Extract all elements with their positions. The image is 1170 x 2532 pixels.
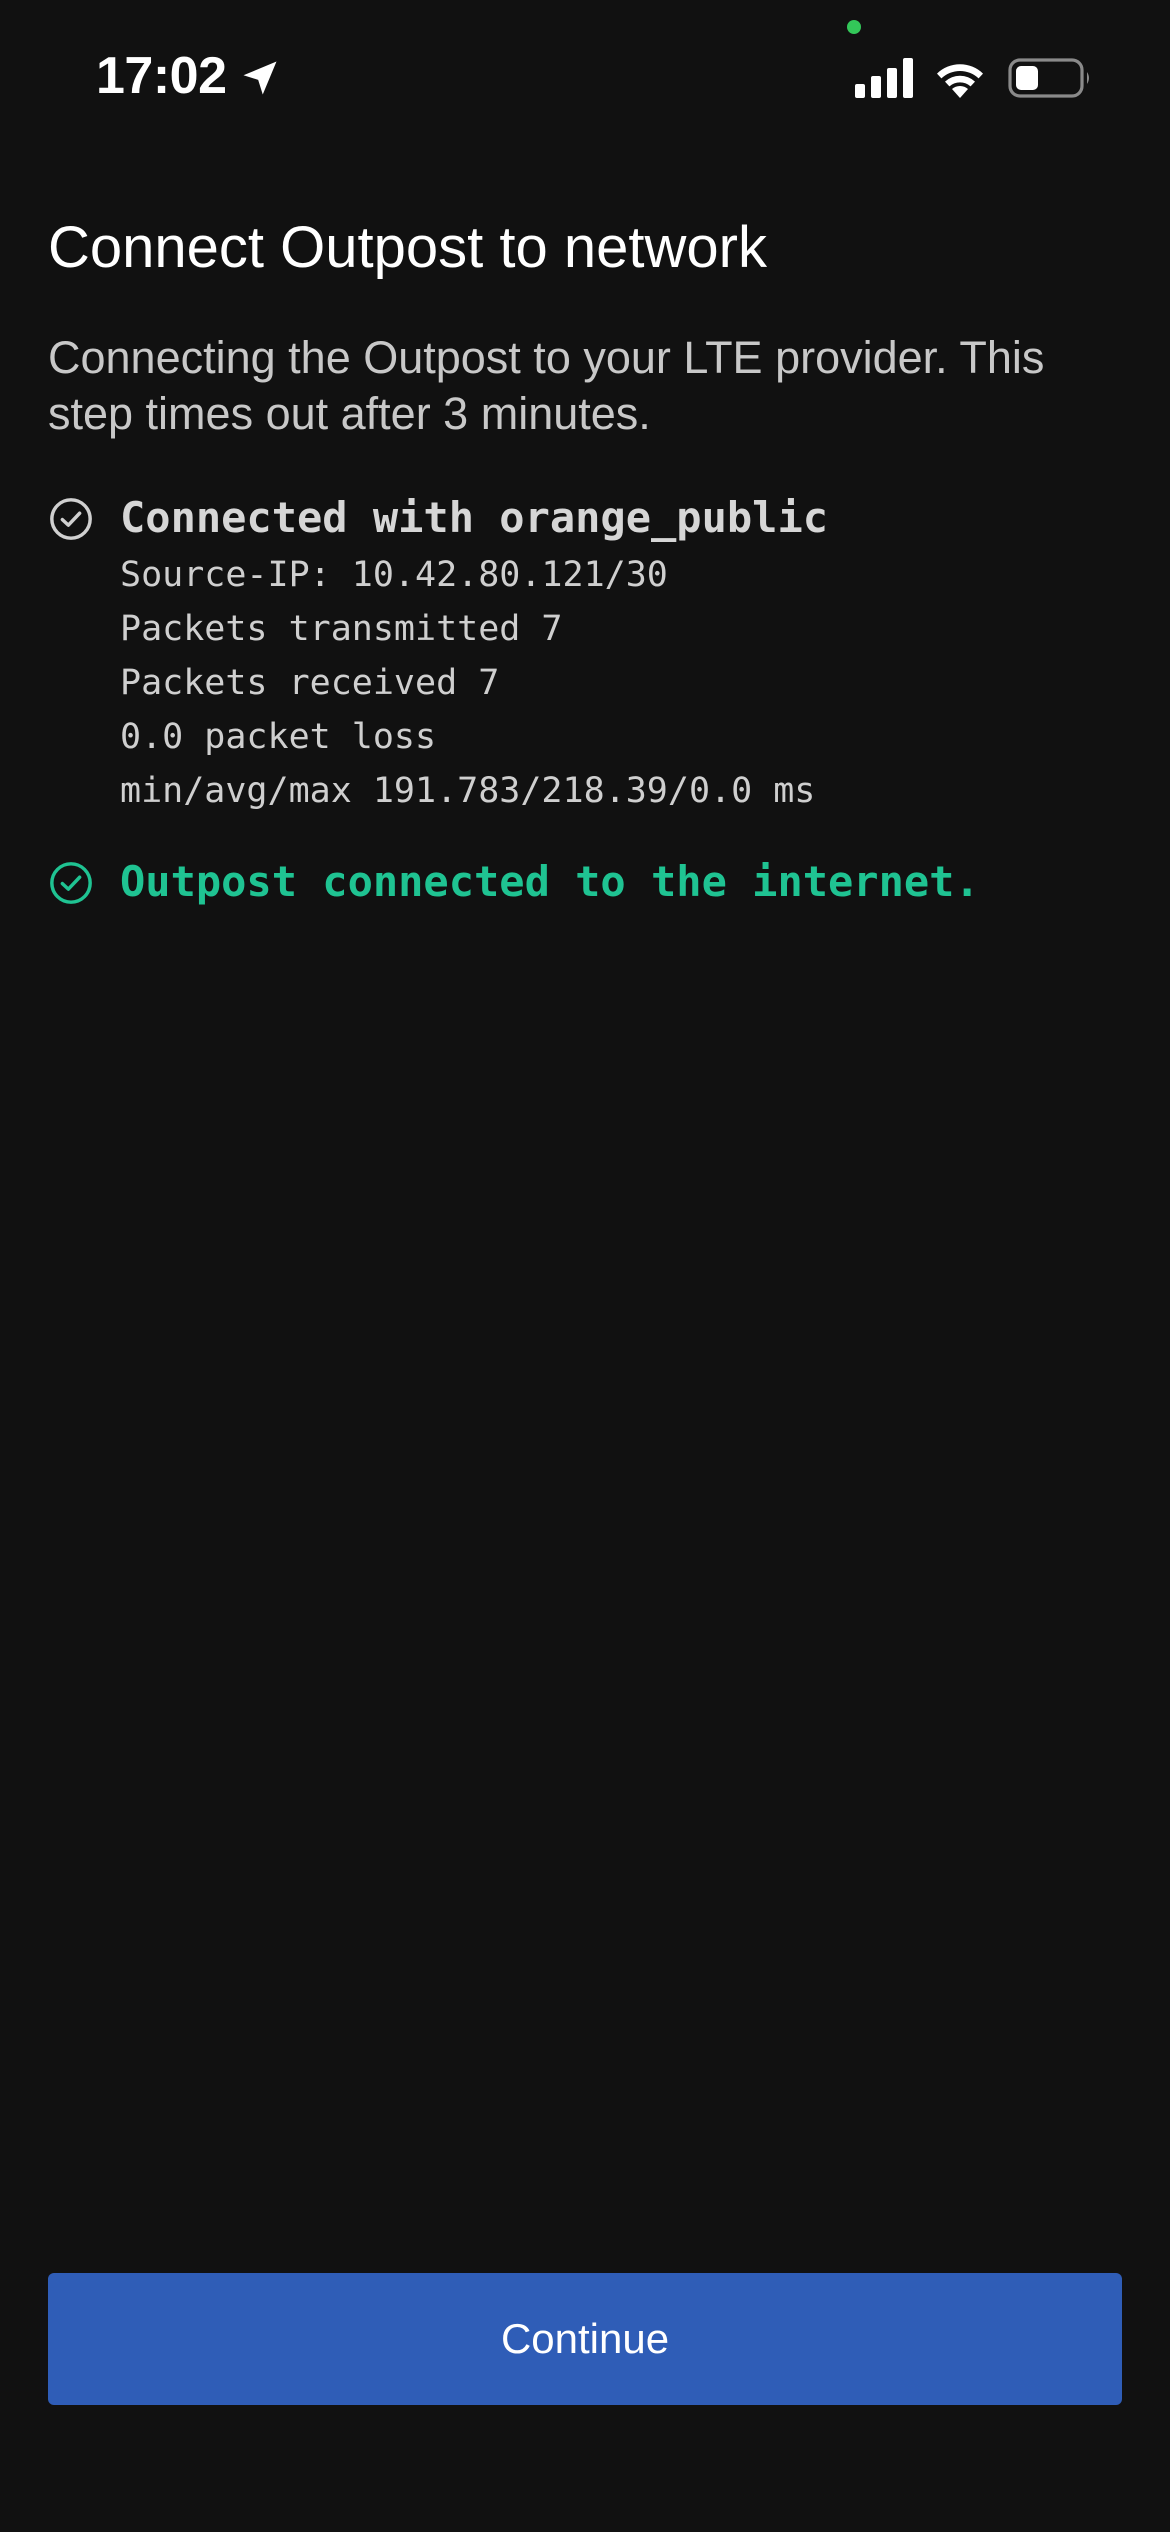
battery-icon [1008,58,1089,98]
check-circle-icon [50,862,92,904]
packets-received-line: Packets received 7 [120,663,500,703]
status-time: 17:02 [96,47,227,105]
connection-heading: Connected with orange_public [120,493,829,542]
check-circle-icon [50,498,92,540]
page-title: Connect Outpost to network [48,215,767,280]
latency-line: min/avg/max 191.783/218.39/0.0 ms [120,771,816,811]
packets-transmitted-line: Packets transmitted 7 [120,609,563,649]
continue-button[interactable]: Continue [48,2273,1122,2405]
connection-details: Source-IP: 10.42.80.121/30 Packets trans… [120,548,815,818]
cellular-signal-icon [855,58,913,98]
status-bar: 17:02 [0,0,1170,150]
source-ip-line: Source-IP: 10.42.80.121/30 [120,555,668,595]
privacy-indicator-dot [847,20,861,34]
page-description: Connecting the Outpost to your LTE provi… [48,332,1045,439]
location-arrow-icon [243,61,277,95]
wifi-icon [937,64,983,98]
packet-loss-line: 0.0 packet loss [120,717,437,757]
internet-status-heading: Outpost connected to the internet. [120,857,980,906]
